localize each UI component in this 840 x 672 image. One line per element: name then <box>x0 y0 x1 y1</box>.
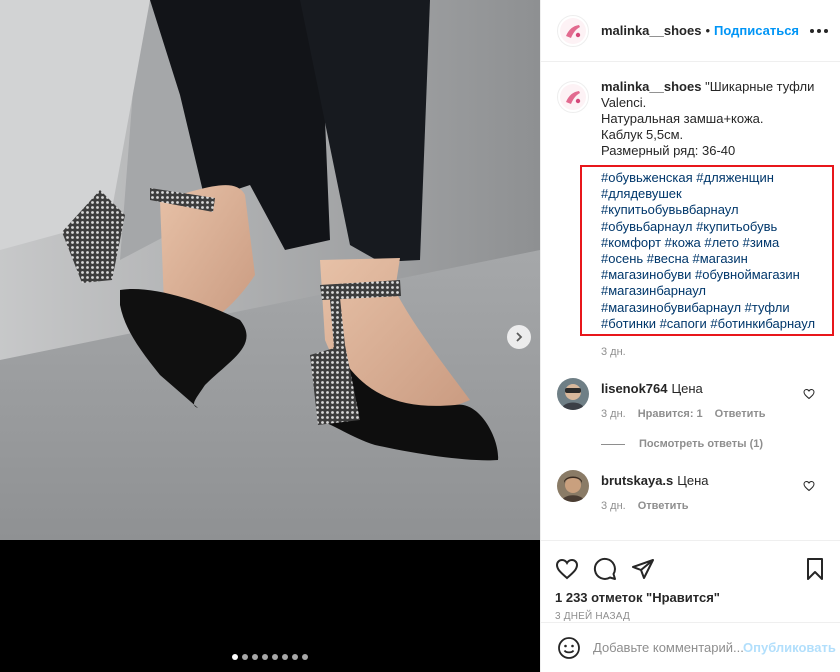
hashtag-line[interactable]: #осень #весна #магазин <box>601 251 832 267</box>
post-media <box>0 0 540 672</box>
post-header: malinka__shoes • Подписаться <box>541 0 840 62</box>
caption-text: malinka__shoes "Шикарные туфли Valenci. … <box>580 79 834 337</box>
hashtag-line[interactable]: #магазинобуви #обувноймагазин <box>601 267 832 283</box>
hashtag-line[interactable]: #магазинобувибарнаул #туфли <box>601 300 832 316</box>
comment-time[interactable]: 3 дн. <box>601 408 626 420</box>
caption-line: "Шикарные туфли <box>705 79 815 94</box>
user-photo-icon <box>557 378 589 411</box>
comment-item: lisenok764 Цена 3 дн. Нравится: 1 Ответит… <box>557 378 825 420</box>
share-icon[interactable] <box>631 557 655 581</box>
follow-button[interactable]: Подписаться <box>714 23 799 38</box>
comment-username[interactable]: lisenok764 <box>601 381 668 396</box>
caption-time[interactable]: 3 дн. <box>601 346 825 358</box>
carousel-dot <box>292 654 298 660</box>
hashtag-line[interactable]: #обувьбарнаул #купитьобувь <box>601 219 832 235</box>
caption-line: Каблук 5,5см. <box>601 127 684 142</box>
author-username[interactable]: malinka__shoes <box>601 23 701 38</box>
reply-button[interactable]: Ответить <box>638 500 689 512</box>
hashtag-line[interactable]: #магазинбарнаул <box>601 283 832 299</box>
comment-username[interactable]: brutskaya.s <box>601 473 673 488</box>
carousel-dot <box>282 654 288 660</box>
replies-divider <box>601 443 625 445</box>
avatar[interactable] <box>557 470 589 503</box>
user-photo-icon <box>557 470 589 503</box>
bookmark-icon[interactable] <box>803 557 827 581</box>
comments-list[interactable]: malinka__shoes "Шикарные туфли Valenci. … <box>541 63 840 543</box>
emoji-icon[interactable] <box>557 636 581 660</box>
post-sidebar: malinka__shoes • Подписаться malinka__sh… <box>540 0 840 672</box>
carousel-next-button[interactable] <box>507 325 531 349</box>
likes-count[interactable]: 1 233 отметок "Нравится" <box>555 590 827 605</box>
carousel-dot <box>262 654 268 660</box>
hashtag-line[interactable]: #ботинки #сапоги #ботинкибарнаул <box>601 316 832 332</box>
carousel-dot <box>252 654 258 660</box>
comment-icon[interactable] <box>593 557 617 581</box>
comment-composer: Опубликовать <box>541 622 840 672</box>
caption-username[interactable]: malinka__shoes <box>601 79 701 94</box>
brand-logo-icon <box>560 84 586 110</box>
chevron-right-icon <box>516 332 523 342</box>
comment-text: Цена <box>671 381 703 397</box>
view-replies-label: Посмотреть ответы (1) <box>639 438 764 451</box>
comment-like-heart-icon[interactable] <box>803 480 815 495</box>
post-photo[interactable] <box>0 0 540 540</box>
comment-likes[interactable]: Нравится: 1 <box>638 408 703 420</box>
carousel-dot <box>272 654 278 660</box>
publish-button[interactable]: Опубликовать <box>743 640 836 655</box>
heart-icon[interactable] <box>555 557 579 581</box>
carousel-dot <box>242 654 248 660</box>
caption-line: Размерный ряд: 36-40 <box>601 143 736 158</box>
comment-text: Цена <box>677 473 709 489</box>
brand-logo-icon <box>560 17 586 44</box>
caption-line: Valenci. <box>601 95 647 110</box>
carousel-dot <box>302 654 308 660</box>
avatar[interactable] <box>557 81 589 113</box>
comment-like-heart-icon[interactable] <box>803 388 815 403</box>
carousel-dot <box>232 654 238 660</box>
avatar[interactable] <box>557 378 589 411</box>
hashtag-line[interactable]: #длядевушек <box>601 186 832 202</box>
comment-input[interactable] <box>593 640 743 655</box>
view-replies-button[interactable]: Посмотреть ответы (1) <box>601 438 825 450</box>
avatar[interactable] <box>557 14 589 47</box>
post-actions: 1 233 отметок "Нравится" 3 ДНЕЙ НАЗАД <box>541 540 840 622</box>
hashtags-highlight-box: #обувьженская #дляженщин #длядевушек #ку… <box>580 165 834 337</box>
caption-line: Натуральная замша+кожа. <box>601 111 764 126</box>
hashtag-line[interactable]: #купитьобувьвбарнаул <box>601 202 832 218</box>
hashtag-line[interactable]: #комфорт #кожа #лето #зима <box>601 235 832 251</box>
shoes-photo-illustration <box>0 0 540 540</box>
more-options-icon[interactable] <box>810 23 828 39</box>
comment-time[interactable]: 3 дн. <box>601 500 626 512</box>
caption: malinka__shoes "Шикарные туфли Valenci. … <box>557 79 834 337</box>
hashtag-line[interactable]: #обувьженская #дляженщин <box>601 170 832 186</box>
post-timestamp[interactable]: 3 ДНЕЙ НАЗАД <box>555 611 827 622</box>
separator: • <box>705 23 711 38</box>
carousel-indicator <box>0 654 540 660</box>
reply-button[interactable]: Ответить <box>715 408 766 420</box>
comment-item: brutskaya.s Цена 3 дн. Ответить <box>557 470 825 512</box>
